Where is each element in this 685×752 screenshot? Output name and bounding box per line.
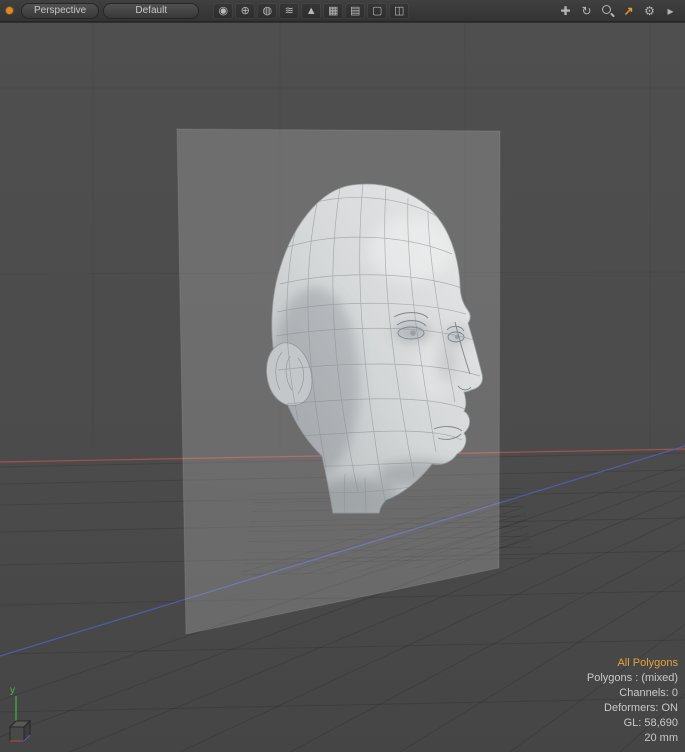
- modo-3d-viewport-window: Perspective Default ◉ ⊕ ◍ ≋ ▲ ▦ ▤ ▢ ◫ ✚ …: [0, 0, 685, 752]
- flat-shading-icon[interactable]: ▲: [301, 3, 321, 19]
- channels-stat: Channels: 0: [587, 686, 678, 701]
- viewport-menu-arrow-icon[interactable]: ▸: [663, 3, 678, 19]
- viewport-info-readout: All Polygons Polygons : (mixed) Channels…: [587, 656, 678, 746]
- viewport-status-dot[interactable]: [5, 6, 14, 15]
- viewport-3d[interactable]: y All Polygons Polygons : (mixed) Channe…: [0, 22, 685, 752]
- gizmo-y-label: y: [10, 685, 15, 696]
- texture-globe-icon[interactable]: ⊕: [235, 3, 255, 19]
- pan-view-icon[interactable]: ✚: [558, 3, 573, 19]
- viewport-nav-group: ✚ ↻ ↗ ⚙ ▸: [558, 3, 678, 19]
- viewport-display-toggle-group: ◉ ⊕ ◍ ≋ ▲ ▦ ▤ ▢ ◫: [213, 3, 409, 19]
- viewport-toolbar: Perspective Default ◉ ⊕ ◍ ≋ ▲ ▦ ▤ ▢ ◫ ✚ …: [0, 0, 685, 22]
- gl-stat: GL: 58,690: [587, 716, 678, 731]
- view-type-dropdown[interactable]: Perspective: [21, 3, 99, 19]
- axis-gizmo[interactable]: y: [5, 682, 45, 748]
- shaded-view-icon[interactable]: ◉: [213, 3, 233, 19]
- polygons-stat: Polygons : (mixed): [587, 671, 678, 686]
- matcap-sphere-icon[interactable]: ◍: [257, 3, 277, 19]
- uv-overlay-icon[interactable]: ◫: [389, 3, 409, 19]
- grid-overlay-icon[interactable]: ▦: [323, 3, 343, 19]
- backdrop-image-icon[interactable]: ▤: [345, 3, 365, 19]
- viewport-settings-gear-icon[interactable]: ⚙: [642, 3, 657, 19]
- wireframe-overlay-icon[interactable]: ≋: [279, 3, 299, 19]
- scene-canvas[interactable]: [0, 22, 685, 752]
- shading-style-dropdown[interactable]: Default: [103, 3, 199, 19]
- deformers-stat: Deformers: ON: [587, 701, 678, 716]
- orbit-view-icon[interactable]: ↻: [579, 3, 594, 19]
- selection-mode-label: All Polygons: [587, 656, 678, 671]
- grid-size-stat: 20 mm: [587, 731, 678, 746]
- image-plane-icon[interactable]: ▢: [367, 3, 387, 19]
- zoom-view-icon[interactable]: [600, 3, 615, 19]
- fit-selected-icon[interactable]: ↗: [621, 3, 636, 19]
